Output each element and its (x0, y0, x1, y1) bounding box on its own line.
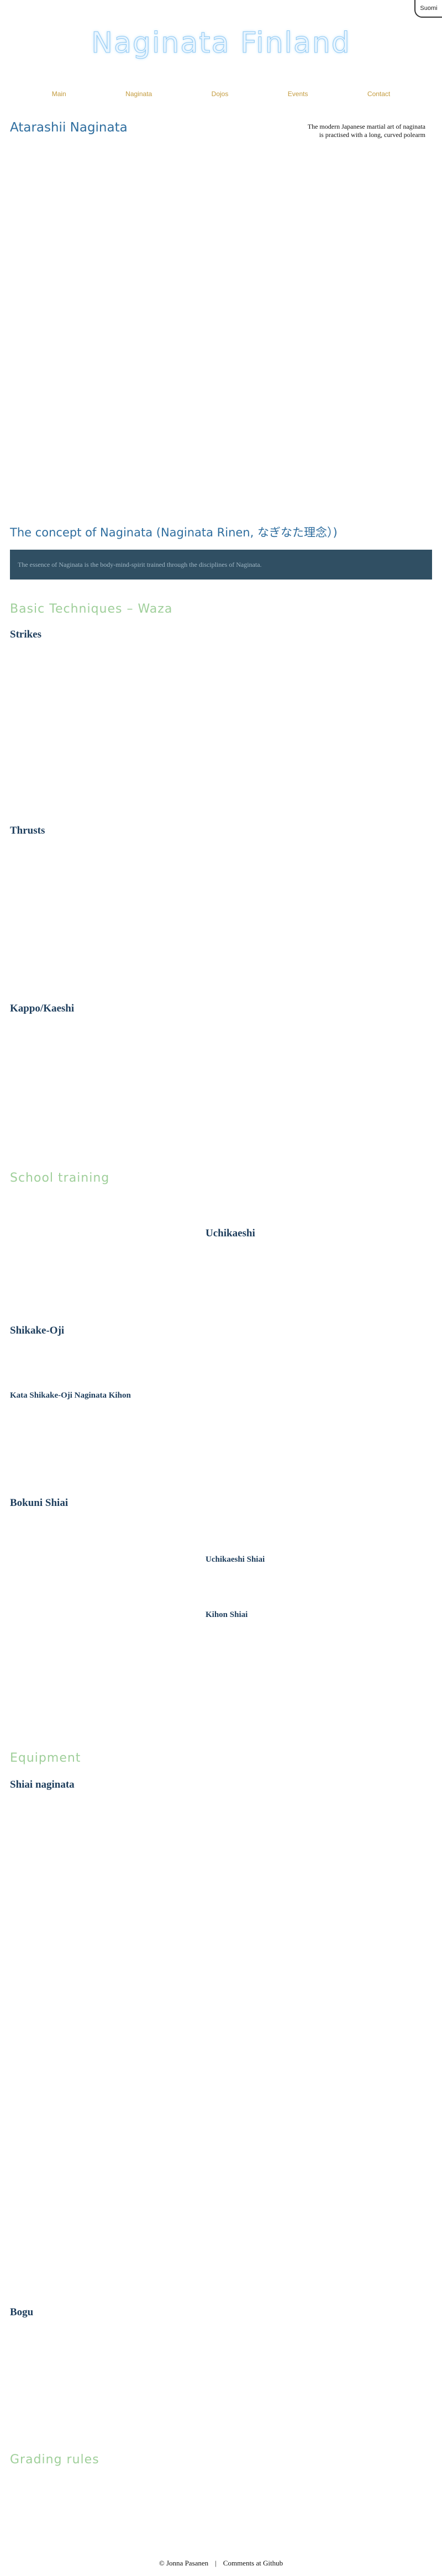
language-toggle[interactable]: Suomi (414, 0, 442, 18)
nav-item-naginata[interactable]: Naginata (125, 90, 152, 98)
section-heading-grading: Grading rules (10, 2453, 99, 2467)
training-bokuni: Bokuni Shiai (10, 1497, 69, 1509)
training-kata: Kata Shikake-Oji Naginata Kihon (10, 1391, 131, 1400)
concept-box: The essence of Naginata is the body-mind… (10, 550, 432, 580)
technique-kappo: Kappo/Kaeshi (10, 1003, 75, 1014)
concept-text: The essence of Naginata is the body-mind… (18, 560, 262, 568)
footer-github-link[interactable]: Comments at Github (223, 2559, 283, 2568)
intro-quote: The modern Japanese martial art of nagin… (271, 123, 425, 139)
section-heading-concept: The concept of Naginata (Naginata Rinen,… (10, 526, 338, 539)
section-heading-training: School training (10, 1171, 110, 1185)
equipment-shiai-naginata: Shiai naginata (10, 1779, 75, 1790)
training-shikake: Shikake-Oji (10, 1325, 65, 1336)
section-heading-atarashii: Atarashii Naginata (10, 120, 128, 135)
technique-strikes: Strikes (10, 629, 41, 640)
equipment-bogu: Bogu (10, 2306, 34, 2318)
training-center-label: Uchikaeshi (206, 1228, 255, 1239)
section-heading-techniques: Basic Techniques – Waza (10, 602, 173, 616)
footer-separator: | (215, 2559, 217, 2567)
footer: © Jonna Pasanen | Comments at Github (0, 2559, 442, 2568)
technique-thrusts: Thrusts (10, 825, 45, 836)
main-nav: Main Naginata Dojos Events Contact (0, 90, 442, 98)
intro-quote-line: The modern Japanese martial art of nagin… (307, 123, 425, 130)
training-kihon-shiai: Kihon Shiai (206, 1610, 248, 1619)
footer-author: © Jonna Pasanen (159, 2559, 209, 2567)
intro-quote-line: is practised with a long, curved polearm (319, 131, 425, 139)
section-heading-equipment: Equipment (10, 1751, 81, 1765)
site-title: Naginata Finland (91, 27, 351, 60)
nav-item-dojos[interactable]: Dojos (212, 90, 229, 98)
nav-item-main[interactable]: Main (52, 90, 66, 98)
nav-item-contact[interactable]: Contact (367, 90, 390, 98)
training-uchikaeshi-shiai: Uchikaeshi Shiai (206, 1555, 265, 1564)
nav-item-events[interactable]: Events (288, 90, 308, 98)
